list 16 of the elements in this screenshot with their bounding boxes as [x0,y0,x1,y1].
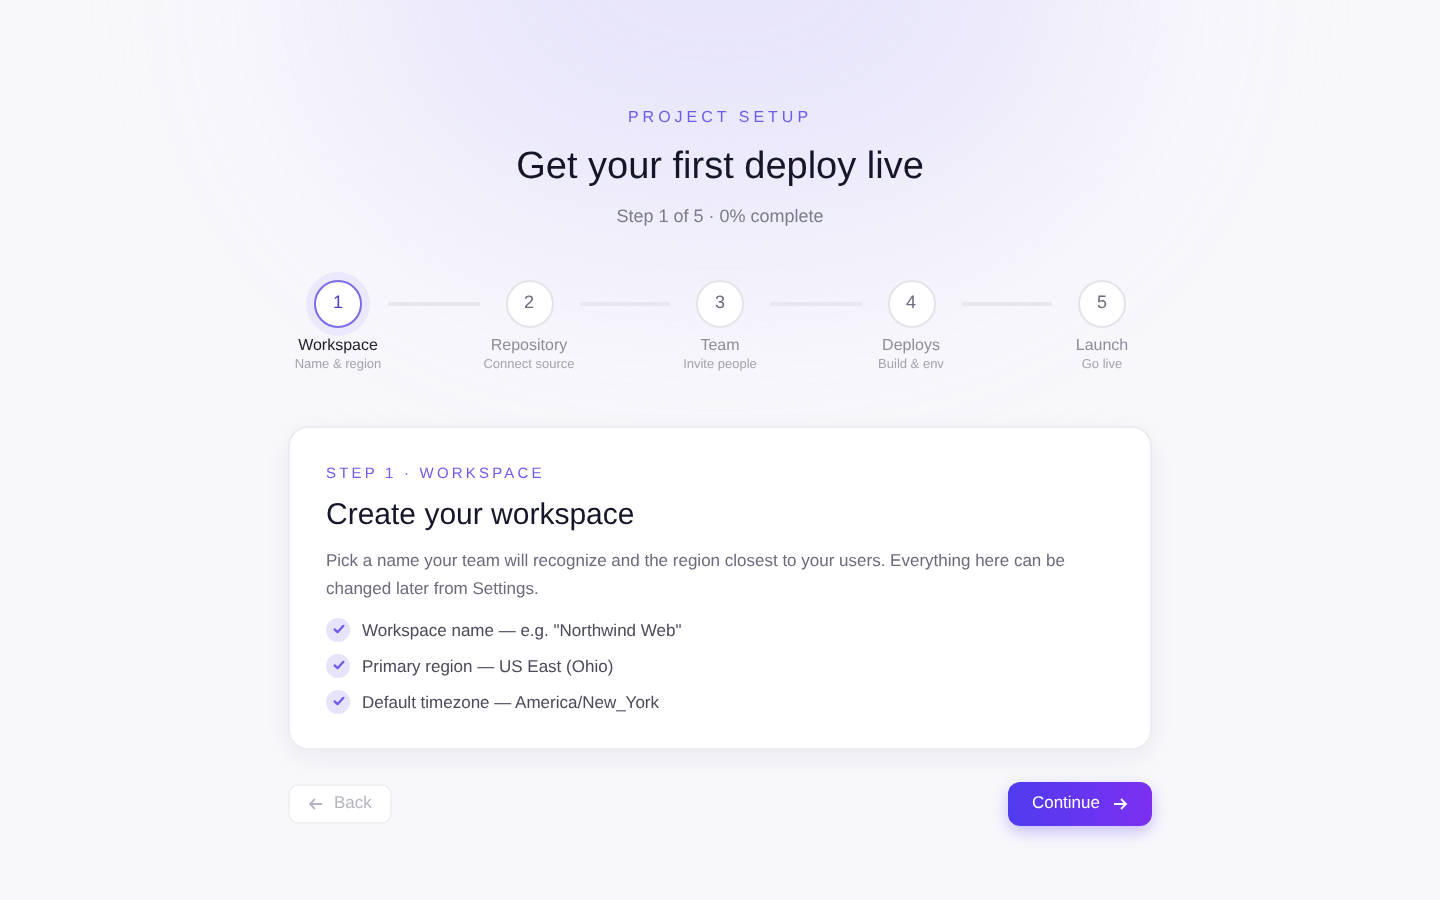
checklist-item: Default timezone — America/New_York [362,689,660,714]
step-label: Repository [490,335,568,355]
checklist-item: Workspace name — e.g. "Northwind Web" [362,617,682,642]
step-label: Workspace [298,335,378,355]
step-label: Deploys [882,335,940,355]
progress-text: Step 1 of 5 · 0% complete [616,204,824,230]
arrow-left-icon [308,795,324,812]
checklist-item: Primary region — US East (Ohio) [362,653,614,678]
eyebrow-text: PROJECT SETUP [627,106,813,130]
step-label: Launch [1075,335,1129,355]
page-title: Get your first deploy live [516,144,924,192]
card-description: Pick a name your team will recognize and the region closest to your users. Everything here can be changed later from Settings. [326,547,1067,602]
card-title: Create your workspace [326,495,637,536]
continue-button[interactable]: Continue [1007,781,1152,826]
arrow-right-icon [1112,795,1128,812]
step-label: Team [700,335,740,355]
